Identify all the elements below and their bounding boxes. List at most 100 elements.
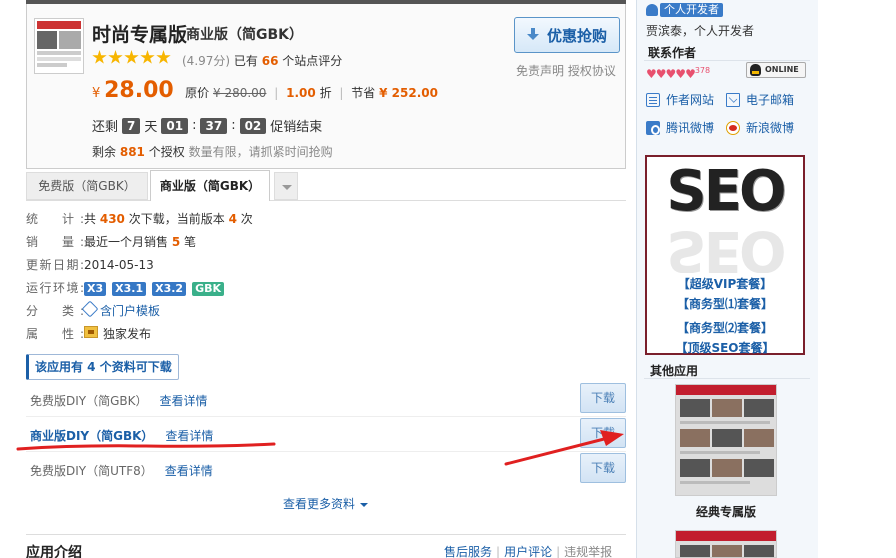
category-link[interactable]: 含门户模板 (100, 304, 160, 318)
sales-value: 最近一个月销售 5 笔 (84, 235, 197, 249)
category-label: 分 类: (26, 304, 84, 318)
developer-badge-label: 个人开发者 (660, 2, 723, 17)
product-thumbnail[interactable] (34, 18, 84, 74)
seo-package-link[interactable]: 【商务型⑴套餐】 (647, 295, 803, 312)
discount-unit: 折 (319, 86, 332, 100)
app-name[interactable]: 经典专属版 (696, 503, 756, 520)
downloads-header: 该应用有 4 个资料可下载 (26, 354, 179, 380)
seo-ad-banner[interactable]: SEO SEO 【超级VIP套餐】 【商务型⑴套餐】 【商务型⑵套餐】 【顶级S… (645, 155, 805, 355)
person-icon (646, 3, 658, 16)
env-badge[interactable]: X3 (84, 282, 107, 296)
developer-badge: 个人开发者 (646, 2, 723, 17)
app-intro-heading: 应用介绍 (26, 545, 82, 558)
rating-summary: (4.97分) 已有 66 个站点评分 (182, 52, 342, 69)
qq-icon (750, 64, 761, 76)
sina-weibo-link[interactable]: 新浪微博 (726, 119, 794, 136)
save-amount: ¥ 252.00 (379, 86, 438, 100)
rating-score: (4.97分) (182, 54, 231, 68)
price-line: ¥ 28.00 原价 ¥ 280.00 | 1.00 折 | 节省 ¥ 252.… (92, 78, 438, 103)
seo-package-link[interactable]: 【顶级SEO套餐】 (647, 339, 803, 356)
env-badge[interactable]: X3.1 (112, 282, 147, 296)
countdown-seconds: 02 (239, 117, 267, 134)
user-reviews-link[interactable]: 用户评论 (504, 545, 552, 558)
red-underline-annotation (16, 442, 276, 451)
stats-label: 统 计: (26, 212, 84, 226)
star-icon (92, 50, 107, 64)
date-row: 更新日期: 2014-05-13 (26, 255, 154, 275)
download-name: 免费版DIY（简UTF8） (30, 464, 153, 478)
sidebar-divider (644, 378, 810, 379)
bottom-links: 售后服务 | 用户评论 | 违规举报 (444, 545, 613, 558)
date-value: 2014-05-13 (84, 258, 154, 272)
author-hearts: ♥♥♥♥♥378 (646, 66, 710, 81)
tab-more-dropdown[interactable] (274, 172, 298, 200)
countdown: 还剩 7 天 01: 37: 02 促销结束 (92, 117, 323, 135)
attribute-label: 属 性: (26, 327, 84, 341)
discount-value: 1.00 (286, 86, 316, 100)
countdown-minutes: 37 (200, 117, 228, 134)
row-divider (26, 416, 626, 417)
contact-author-heading: 联系作者 (648, 46, 697, 60)
star-icon (124, 50, 139, 64)
tencent-weibo-icon (646, 120, 660, 135)
countdown-days: 7 (122, 117, 141, 134)
download-button[interactable]: 下载 (580, 383, 626, 413)
buy-button-label: 优惠抢购 (546, 26, 607, 45)
tag-icon (81, 300, 99, 318)
after-sales-link[interactable]: 售后服务 (444, 545, 492, 558)
product-title: 时尚专属版 (92, 24, 188, 46)
author-website-link[interactable]: 作者网站 (646, 91, 714, 108)
sidebar-divider (644, 60, 810, 61)
product-edition: 商业版（简GBK） (186, 27, 304, 43)
disclaimer-links[interactable]: 免责声明 授权协议 (516, 62, 616, 79)
env-badge[interactable]: GBK (192, 282, 225, 296)
save-label: 节省 (351, 86, 376, 100)
env-row: 运行环境: X3 X3.1 X3.2 GBK (26, 278, 230, 298)
rating-stars (92, 50, 172, 65)
tab-commercial-edition[interactable]: 商业版（简GBK） (150, 170, 270, 201)
rating-suffix: 个站点评分 (282, 54, 343, 68)
report-link[interactable]: 违规举报 (564, 545, 612, 558)
countdown-hours: 01 (161, 117, 189, 134)
original-price: ¥ 280.00 (213, 86, 267, 100)
download-name: 商业版DIY（简GBK） (30, 429, 154, 443)
seo-package-link[interactable]: 【超级VIP套餐】 (647, 275, 803, 292)
env-badge[interactable]: X3.2 (152, 282, 187, 296)
website-icon (646, 92, 660, 107)
author-email-link[interactable]: 电子邮箱 (726, 91, 794, 108)
download-item: 免费版DIY（简GBK） 查看详情 (30, 393, 208, 409)
view-details-link[interactable]: 查看详情 (165, 464, 213, 478)
remaining-prefix: 剩余 (92, 145, 117, 159)
stats-row: 统 计: 共 430 次下载，当前版本 4 次 (26, 209, 253, 229)
remaining-unit: 个授权 (148, 145, 185, 159)
env-badges: X3 X3.1 X3.2 GBK (84, 278, 230, 298)
download-item: 免费版DIY（简UTF8） 查看详情 (30, 463, 213, 479)
rating-prefix: 已有 (233, 54, 258, 68)
original-price-label: 原价 (185, 86, 210, 100)
app-thumbnail[interactable] (675, 384, 777, 496)
tencent-weibo-link[interactable]: 腾讯微博 (646, 119, 714, 136)
sales-label: 销 量: (26, 235, 84, 249)
star-icon (108, 50, 123, 64)
app-thumbnail[interactable] (675, 530, 777, 558)
sales-row: 销 量: 最近一个月销售 5 笔 (26, 232, 196, 252)
view-details-link[interactable]: 查看详情 (160, 394, 208, 408)
qq-online-button[interactable]: ONLINE (746, 62, 806, 78)
stats-value: 共 430 次下载，当前版本 4 次 (84, 212, 253, 226)
heart-count: 378 (694, 66, 711, 75)
view-more-docs-link[interactable]: 查看更多资料 (283, 495, 368, 512)
section-divider (26, 534, 626, 535)
view-details-link[interactable]: 查看详情 (165, 429, 213, 443)
date-label: 更新日期: (26, 258, 84, 272)
star-icon (140, 50, 155, 64)
exclusive-icon (84, 326, 98, 338)
rating-count: 66 (261, 54, 279, 68)
buy-button[interactable]: 优惠抢购 (514, 17, 620, 53)
seo-package-link[interactable]: 【商务型⑵套餐】 (647, 319, 803, 336)
red-arrow-annotation (504, 430, 624, 466)
category-row: 分 类: 含门户模板 (26, 300, 160, 321)
remaining-licenses: 剩余 881 个授权 数量有限，请抓紧时间抢购 (92, 143, 333, 160)
tab-free-edition[interactable]: 免费版（简GBK） (26, 172, 148, 200)
online-label: ONLINE (765, 65, 799, 74)
current-price: 28.00 (104, 78, 174, 103)
